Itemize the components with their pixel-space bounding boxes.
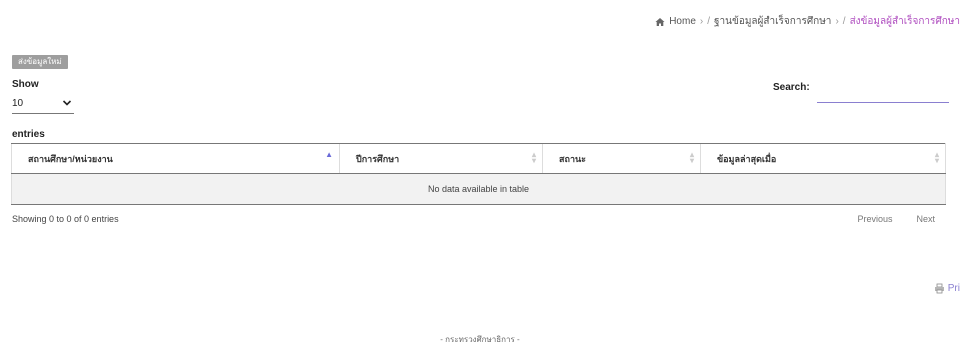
column-header-label: ข้อมูลล่าสุดเมื่อ <box>717 153 777 164</box>
search-label: Search: <box>773 82 810 93</box>
breadcrumb-separator: › <box>835 16 839 27</box>
printer-icon <box>934 283 944 294</box>
breadcrumb: Home › / ฐานข้อมูลผู้สำเร็จการศึกษา › / … <box>655 14 960 29</box>
entries-per-page-select[interactable]: 10 <box>12 93 74 114</box>
sort-both-icon: ▴ ▾ <box>531 150 536 165</box>
table-row: No data available in table <box>11 173 946 205</box>
pagination: Previous Next <box>857 214 935 224</box>
empty-table-message: No data available in table <box>11 173 946 205</box>
chevron-down-icon <box>62 100 72 106</box>
column-header-status[interactable]: สถานะ ▴ ▾ <box>542 143 701 174</box>
column-header-academic-year[interactable]: ปีการศึกษา ▴ ▾ <box>339 143 543 174</box>
sort-both-icon: ▴ ▾ <box>934 150 939 165</box>
breadcrumb-separator: › <box>699 16 704 27</box>
column-header-last-updated[interactable]: ข้อมูลล่าสุดเมื่อ ▴ ▾ <box>700 143 946 174</box>
print-link[interactable]: Pri <box>934 283 960 294</box>
previous-page-button[interactable]: Previous <box>857 214 892 224</box>
add-new-button[interactable]: ส่งข้อมูลใหม่ <box>12 55 68 69</box>
data-table: สถานศึกษา/หน่วยงาน ▲ ปีการศึกษา ▴ ▾ สถานะ… <box>11 143 946 205</box>
entries-per-page-value: 10 <box>12 97 24 109</box>
column-header-label: สถานศึกษา/หน่วยงาน <box>28 153 113 164</box>
column-header-label: สถานะ <box>559 153 586 164</box>
breadcrumb-home-link[interactable]: Home <box>669 16 696 27</box>
breadcrumb-slash: / <box>842 16 846 27</box>
column-header-institution[interactable]: สถานศึกษา/หน่วยงาน ▲ <box>11 143 340 174</box>
table-header-row: สถานศึกษา/หน่วยงาน ▲ ปีการศึกษา ▴ ▾ สถานะ… <box>11 143 946 174</box>
footer-text: - กระทรวงศึกษาธิการ - <box>440 335 520 344</box>
breadcrumb-level1-link[interactable]: ฐานข้อมูลผู้สำเร็จการศึกษา <box>714 14 831 29</box>
breadcrumb-current: ส่งข้อมูลผู้สำเร็จการศึกษา <box>849 16 960 27</box>
search-input[interactable] <box>817 86 949 103</box>
sort-both-icon: ▴ ▾ <box>689 150 694 165</box>
home-icon <box>655 17 665 26</box>
entries-label: entries <box>12 129 45 140</box>
sort-ascending-icon: ▲ <box>325 150 333 159</box>
breadcrumb-slash: / <box>707 16 711 27</box>
next-page-button[interactable]: Next <box>916 214 935 224</box>
show-label: Show <box>12 79 39 90</box>
table-info: Showing 0 to 0 of 0 entries <box>12 214 119 224</box>
print-label: Pri <box>947 283 960 294</box>
column-header-label: ปีการศึกษา <box>356 153 400 164</box>
